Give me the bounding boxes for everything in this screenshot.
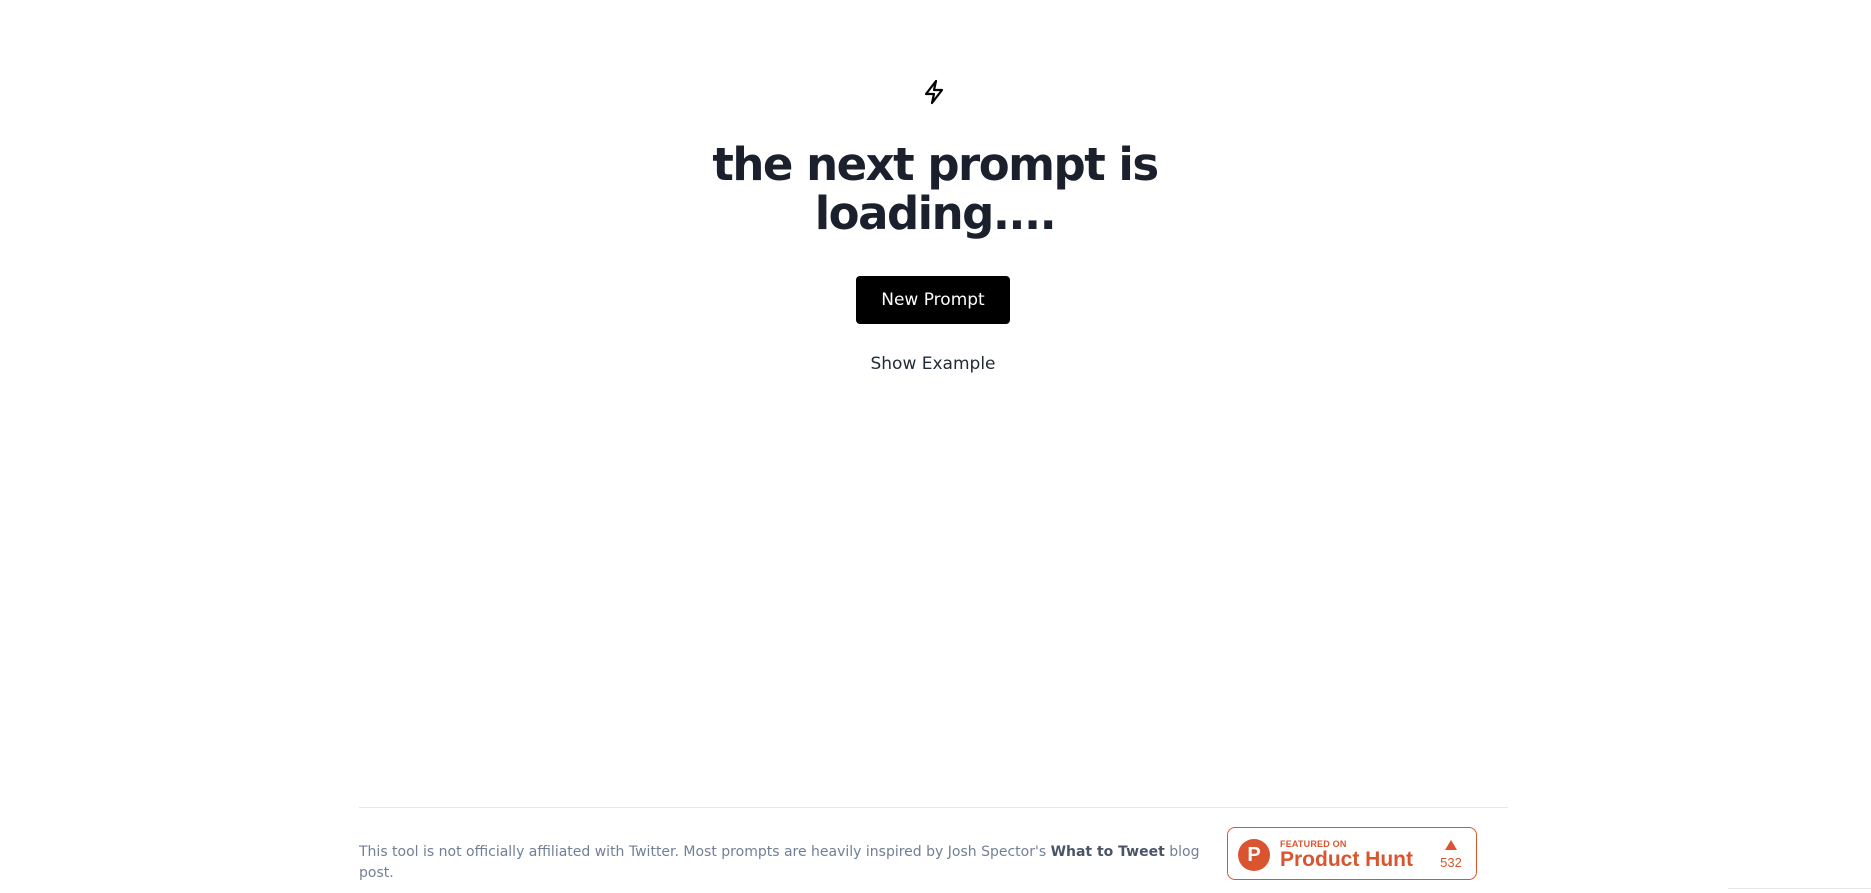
product-hunt-logo-icon: P xyxy=(1238,839,1270,871)
footer-disclaimer: This tool is not officially affiliated w… xyxy=(359,842,1204,884)
footer-divider xyxy=(359,807,1508,808)
product-hunt-badge[interactable]: P FEATURED ON Product Hunt 532 xyxy=(1227,827,1477,880)
show-example-button[interactable]: Show Example xyxy=(840,350,1026,378)
bolt-icon xyxy=(922,79,946,105)
disclaimer-text-start: This tool is not officially affiliated w… xyxy=(359,844,1051,860)
page-title: the next prompt is loading.... xyxy=(712,138,1159,240)
corner-divider xyxy=(1728,888,1871,889)
what-to-tweet-link[interactable]: What to Tweet xyxy=(1051,844,1165,860)
product-hunt-name: Product Hunt xyxy=(1280,848,1413,871)
page: the next prompt is loading.... New Promp… xyxy=(0,0,1871,893)
upvote-count: 532 xyxy=(1440,855,1462,870)
upvote-arrow-icon xyxy=(1445,840,1457,850)
new-prompt-button[interactable]: New Prompt xyxy=(856,276,1010,324)
